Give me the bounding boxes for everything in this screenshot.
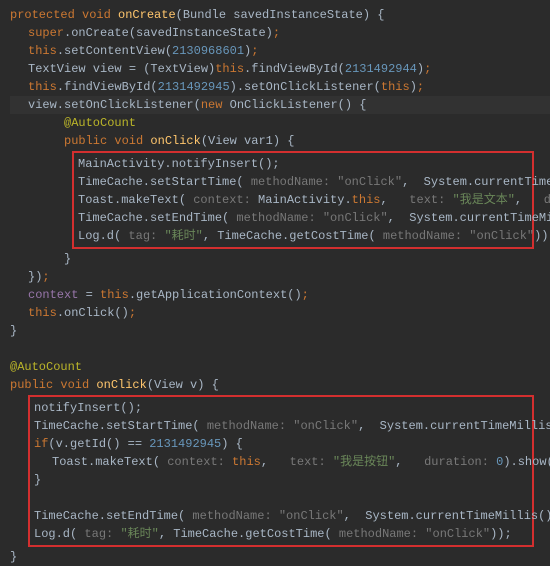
code-line: public void onClick(View var1) {: [10, 132, 550, 150]
code-line: this.findViewById(2131492945).setOnClick…: [10, 78, 550, 96]
code-line: }: [10, 322, 550, 340]
code-line: }: [34, 471, 528, 489]
code-line: @AutoCount: [10, 114, 550, 132]
code-line: context = this.getApplicationContext();: [10, 286, 550, 304]
code-line: Log.d( tag: "耗时", TimeCache.getCostTime(…: [78, 227, 528, 245]
code-line: });: [10, 268, 550, 286]
code-line: Log.d( tag: "耗时", TimeCache.getCostTime(…: [34, 525, 528, 543]
code-line: }: [10, 250, 550, 268]
code-line: MainActivity.notifyInsert();: [78, 155, 528, 173]
code-line: Toast.makeText( context: MainActivity.th…: [78, 191, 528, 209]
code-line: TimeCache.setStartTime( methodName: "onC…: [78, 173, 528, 191]
blank-line: [10, 340, 550, 358]
code-line: }: [10, 548, 550, 566]
code-line: TimeCache.setEndTime( methodName: "onCli…: [78, 209, 528, 227]
code-line: view.setOnClickListener(new OnClickListe…: [10, 96, 550, 114]
code-editor[interactable]: protected void onCreate(Bundle savedInst…: [10, 6, 550, 566]
code-line: TimeCache.setStartTime( methodName: "onC…: [34, 417, 528, 435]
code-line: TextView view = (TextView)this.findViewB…: [10, 60, 550, 78]
code-line: super.onCreate(savedInstanceState);: [10, 24, 550, 42]
code-line: protected void onCreate(Bundle savedInst…: [10, 6, 550, 24]
code-line: Toast.makeText( context: this, text: "我是…: [34, 453, 528, 471]
code-line: this.onClick();: [10, 304, 550, 322]
code-line: if(v.getId() == 2131492945) {: [34, 435, 528, 453]
code-line: TimeCache.setEndTime( methodName: "onCli…: [34, 507, 528, 525]
highlight-box-1: MainActivity.notifyInsert(); TimeCache.s…: [72, 151, 534, 249]
blank-line: [34, 489, 528, 507]
code-line: this.setContentView(2130968601);: [10, 42, 550, 60]
code-line: public void onClick(View v) {: [10, 376, 550, 394]
highlight-box-2: notifyInsert(); TimeCache.setStartTime( …: [28, 395, 534, 547]
code-line: notifyInsert();: [34, 399, 528, 417]
code-line: @AutoCount: [10, 358, 550, 376]
